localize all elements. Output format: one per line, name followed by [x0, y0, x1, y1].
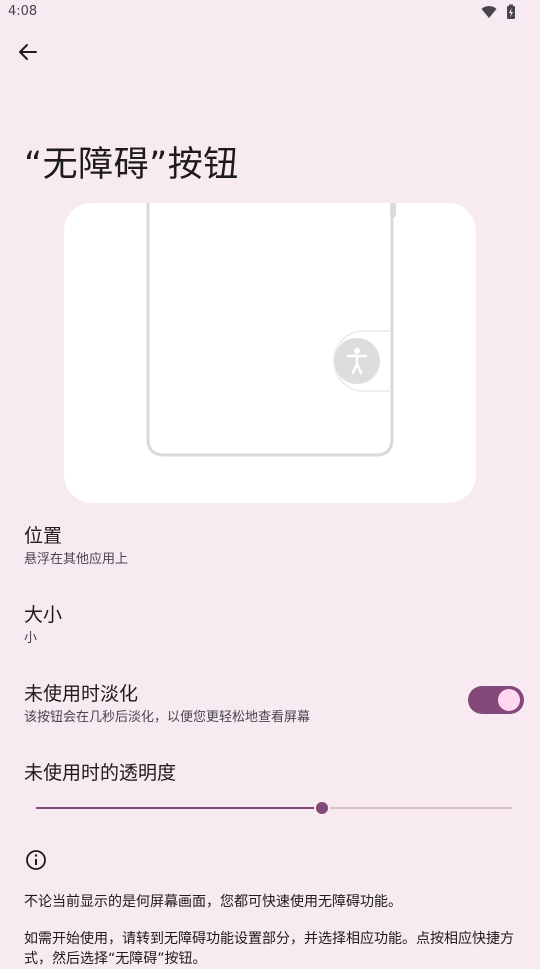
slider-thumb[interactable]	[315, 802, 328, 814]
slider-inactive-track	[329, 807, 512, 809]
footer-paragraph-2: 如需开始使用，请转到无障碍功能设置部分，并选择相应功能。点按相应快捷方式，然后选…	[24, 931, 514, 967]
status-bar: 4:08	[0, 0, 540, 24]
arrow-left-icon	[19, 44, 37, 60]
footer-paragraph-1: 不论当前显示的是何屏幕画面，您都可快速使用无障碍功能。	[24, 894, 402, 910]
floating-accessibility-button	[334, 338, 380, 384]
status-icons	[481, 4, 516, 20]
status-time: 4:08	[8, 4, 38, 19]
back-button[interactable]	[12, 36, 44, 68]
preview-card	[64, 203, 476, 503]
setting-size-title: 大小	[24, 604, 63, 626]
battery-charging-icon	[507, 4, 515, 19]
slider-active-track	[36, 807, 314, 809]
wifi-icon	[481, 6, 497, 18]
toggle-thumb	[498, 689, 520, 711]
fade-toggle[interactable]	[468, 686, 524, 714]
setting-location-summary: 悬浮在其他应用上	[24, 552, 129, 567]
page-title: “无障碍”按钮	[24, 145, 239, 185]
setting-size-summary: 小	[24, 631, 38, 646]
setting-fade-title: 未使用时淡化	[24, 683, 139, 705]
preview-illustration	[146, 203, 396, 457]
info-circle-icon	[24, 848, 48, 872]
setting-location-title: 位置	[24, 525, 63, 547]
transparency-slider[interactable]	[36, 798, 512, 818]
setting-transparency-title: 未使用时的透明度	[24, 762, 177, 784]
setting-fade-summary: 该按钮会在几秒后淡化，以便您更轻松地查看屏幕	[24, 710, 311, 725]
